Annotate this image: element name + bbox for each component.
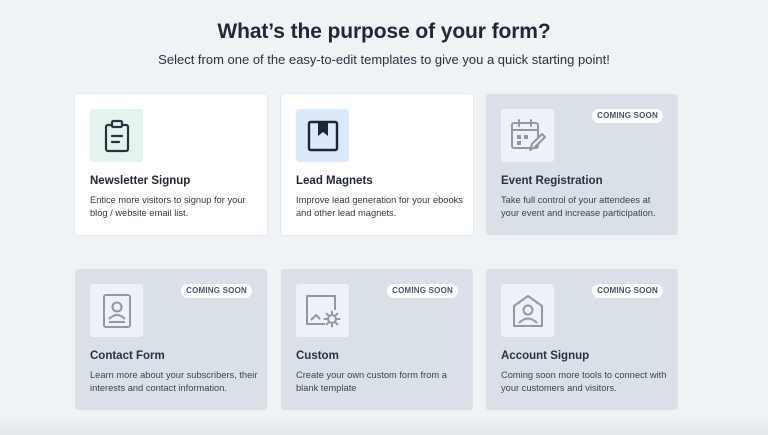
clipboard-icon xyxy=(90,109,143,162)
card-description: Improve lead generation for your ebooks … xyxy=(296,195,463,218)
bookmark-icon xyxy=(296,109,349,162)
template-card-custom: COMING SOON Custom Create your own custo… xyxy=(281,269,473,410)
coming-soon-badge: COMING SOON xyxy=(181,284,252,298)
coming-soon-badge: COMING SOON xyxy=(387,284,458,298)
card-title: Lead Magnets xyxy=(296,175,373,187)
calendar-edit-icon xyxy=(501,109,554,162)
card-title: Account Signup xyxy=(501,350,590,362)
template-card-contact-form: COMING SOON Contact Form Learn more abou… xyxy=(75,269,267,410)
bottom-edge xyxy=(0,415,768,435)
template-card-newsletter-signup[interactable]: Newsletter Signup Entice more visitors t… xyxy=(75,94,267,235)
card-description: Take full control of your attendees at y… xyxy=(501,195,656,218)
card-title: Event Registration xyxy=(501,175,603,187)
coming-soon-badge: COMING SOON xyxy=(592,109,663,123)
card-title: Newsletter Signup xyxy=(90,175,191,187)
card-description: Coming soon more tools to connect with y… xyxy=(501,370,667,393)
card-title: Custom xyxy=(296,350,339,362)
template-card-lead-magnets[interactable]: Lead Magnets Improve lead generation for… xyxy=(281,94,473,235)
template-card-account-signup: COMING SOON Account Signup Coming soon m… xyxy=(486,269,678,410)
custom-form-icon xyxy=(296,284,349,337)
card-title: Contact Form xyxy=(90,350,165,362)
template-card-event-registration: COMING SOON Event Registration Take full… xyxy=(486,94,678,235)
card-description: Learn more about your subscribers, their… xyxy=(90,370,258,393)
coming-soon-badge: COMING SOON xyxy=(592,284,663,298)
card-description: Create your own custom form from a blank… xyxy=(296,370,447,393)
page-subtitle: Select from one of the easy-to-edit temp… xyxy=(158,52,610,67)
page-title: What’s the purpose of your form? xyxy=(217,20,551,43)
card-description: Entice more visitors to signup for your … xyxy=(90,195,246,218)
contact-card-icon xyxy=(90,284,143,337)
account-icon xyxy=(501,284,554,337)
template-picker-page: What’s the purpose of your form? Select … xyxy=(0,0,768,435)
